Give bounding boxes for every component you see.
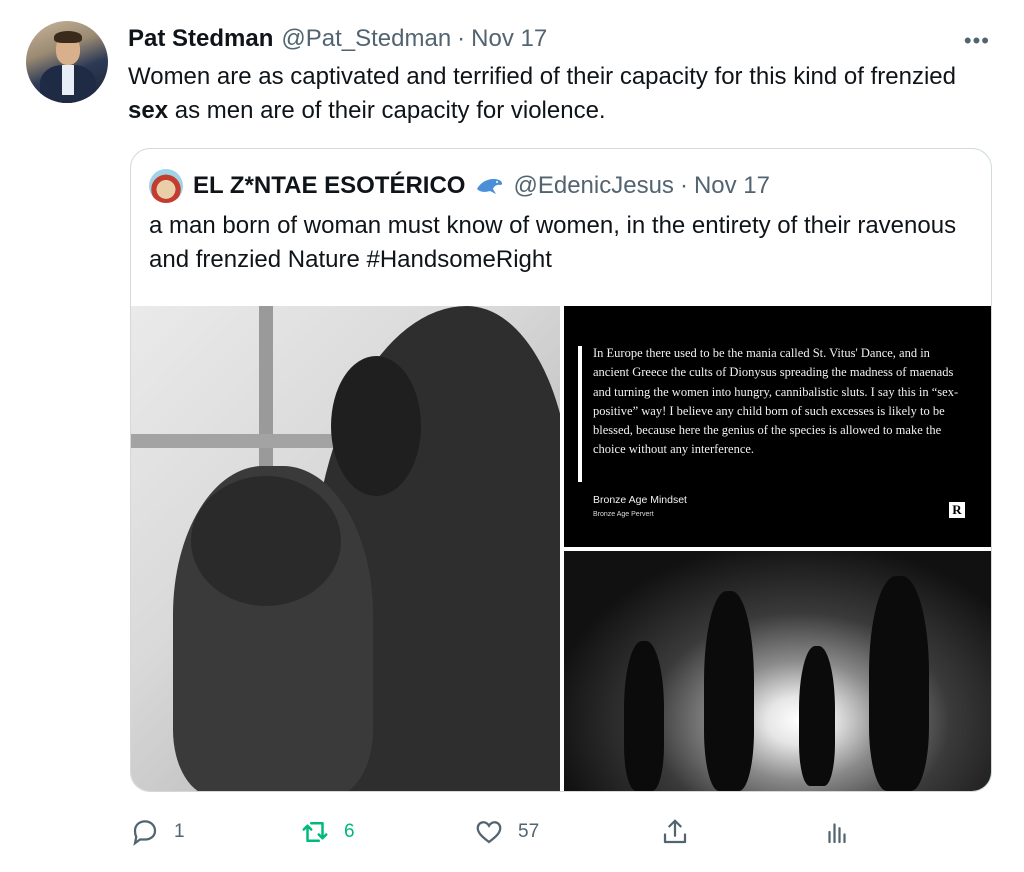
book-author-sub: Bronze Age Pervert bbox=[593, 511, 654, 518]
quoted-author-handle[interactable]: @EdenicJesus bbox=[513, 172, 673, 200]
woman-face-silhouette bbox=[331, 356, 421, 496]
quoted-separator: · bbox=[679, 172, 688, 199]
quoted-author-name[interactable]: EL Z*NTAE ESOTÉRICO bbox=[193, 172, 465, 200]
analytics-icon bbox=[828, 823, 846, 844]
tweet-text: Women are as captivated and terrified of… bbox=[128, 60, 988, 128]
r-logo-icon: R bbox=[949, 502, 965, 518]
quoted-tweet-text: a man born of woman must know of women, … bbox=[149, 212, 957, 273]
media-image-bonfire-dance[interactable] bbox=[564, 551, 991, 791]
like-count: 57 bbox=[518, 821, 540, 842]
dancer-silhouette bbox=[704, 591, 754, 791]
reply-button[interactable]: 1 bbox=[130, 812, 185, 852]
quoted-date[interactable]: Nov 17 bbox=[694, 172, 770, 200]
tweet-text-part1: Women are as captivated and terrified of… bbox=[128, 63, 956, 90]
quoted-tweet-header: EL Z*NTAE ESOTÉRICO @EdenicJesus · Nov 1… bbox=[149, 169, 770, 203]
more-options-icon[interactable]: ••• bbox=[964, 28, 990, 54]
author-handle[interactable]: @Pat_Stedman bbox=[281, 25, 451, 53]
quoted-author-avatar[interactable] bbox=[149, 169, 183, 203]
separator-dot: · bbox=[457, 25, 466, 52]
tweet-date[interactable]: Nov 17 bbox=[471, 25, 547, 53]
dancer-silhouette bbox=[869, 576, 929, 791]
dancer-silhouette bbox=[624, 641, 664, 791]
share-button[interactable] bbox=[660, 812, 690, 852]
avatar-hair-shape bbox=[54, 31, 82, 43]
media-image-book-quote[interactable]: In Europe there used to be the mania cal… bbox=[564, 306, 991, 547]
retweet-button[interactable]: 6 bbox=[300, 812, 355, 852]
avatar-shirt-shape bbox=[62, 65, 74, 95]
tweet[interactable]: Pat Stedman @Pat_Stedman · Nov 17 ••• Wo… bbox=[0, 0, 1024, 872]
reply-count: 1 bbox=[174, 821, 185, 842]
reply-icon bbox=[133, 820, 157, 846]
heart-icon bbox=[476, 821, 502, 844]
analytics-button[interactable] bbox=[822, 812, 852, 852]
tweet-actions: 1 6 57 bbox=[130, 812, 870, 852]
dolphin-icon bbox=[477, 179, 503, 194]
tweet-text-bold: sex bbox=[128, 97, 169, 124]
media-image-mother-child[interactable] bbox=[131, 306, 560, 791]
quote-bar bbox=[578, 346, 582, 482]
author-avatar[interactable] bbox=[26, 21, 108, 103]
book-author: Bronze Age Mindset bbox=[593, 494, 687, 506]
quoted-tweet[interactable]: EL Z*NTAE ESOTÉRICO @EdenicJesus · Nov 1… bbox=[130, 148, 992, 792]
tweet-header: Pat Stedman @Pat_Stedman · Nov 17 bbox=[128, 24, 547, 54]
dancer-silhouette bbox=[799, 646, 835, 786]
share-icon bbox=[663, 819, 687, 844]
retweet-count: 6 bbox=[344, 821, 355, 842]
like-button[interactable]: 57 bbox=[474, 812, 539, 852]
author-name[interactable]: Pat Stedman bbox=[128, 25, 273, 53]
book-quote-text: In Europe there used to be the mania cal… bbox=[593, 346, 959, 457]
retweet-icon bbox=[302, 822, 328, 842]
child-head-silhouette bbox=[191, 476, 341, 606]
tweet-text-part2: as men are of their capacity for violenc… bbox=[168, 97, 606, 124]
